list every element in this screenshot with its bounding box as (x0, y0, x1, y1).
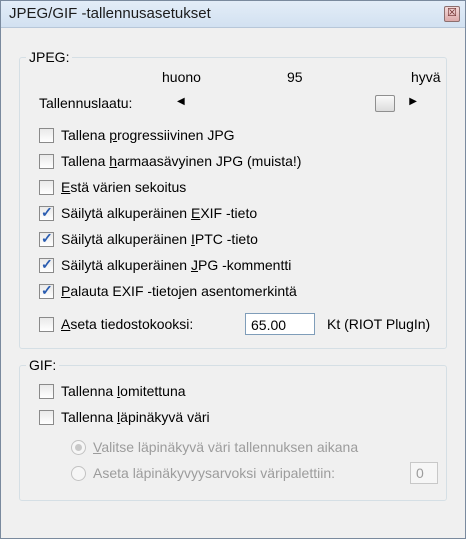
keep-jpg-comment-checkbox[interactable] (39, 256, 54, 273)
keep-iptc-checkbox-row[interactable]: Säilytä alkuperäinen IPTC -tieto (39, 229, 258, 249)
transparent-color-checkbox-row[interactable]: Tallenna läpinäkyvä väri (39, 407, 210, 427)
keep-iptc-label: Säilytä alkuperäinen IPTC -tieto (61, 231, 258, 247)
filesize-input[interactable]: 65.00 (245, 313, 315, 335)
filesize-checkbox[interactable] (39, 316, 54, 332)
interlaced-checkbox[interactable] (39, 383, 54, 399)
quality-label: Tallennuslaatu: (39, 95, 133, 111)
jpeg-legend: JPEG: (29, 49, 70, 65)
keep-exif-label: Säilytä alkuperäinen EXIF -tieto (61, 205, 258, 221)
restore-exif-orientation-checkbox[interactable] (39, 282, 54, 299)
restore-exif-orientation-checkbox-row[interactable]: Palauta EXIF -tietojen asentomerkintä (39, 281, 297, 301)
quality-low-label: huono (162, 69, 201, 85)
palette-index-input: 0 (410, 462, 438, 484)
no-dither-checkbox[interactable] (39, 179, 54, 195)
no-dither-checkbox-row[interactable]: Estä värien sekoitus (39, 177, 186, 197)
gif-legend: GIF: (29, 357, 57, 373)
interlaced-label: Tallenna lomitettuna (61, 383, 186, 399)
progressive-label: Tallena progressiivinen JPG (61, 127, 235, 143)
progressive-checkbox-row[interactable]: Tallena progressiivinen JPG (39, 125, 235, 145)
jpeg-group: JPEG: (19, 49, 447, 349)
pick-color-on-save-radio-row: Valitse läpinäkyvä väri tallennuksen aik… (71, 437, 358, 457)
grayscale-checkbox[interactable] (39, 153, 54, 169)
quality-high-label: hyvä (411, 69, 441, 85)
window-title: JPEG/GIF -tallennusasetukset (9, 5, 211, 22)
transparent-color-checkbox[interactable] (39, 409, 54, 425)
transparent-color-label: Tallenna läpinäkyvä väri (61, 409, 210, 425)
slider-right-arrow-icon[interactable]: ▶ (409, 96, 417, 107)
close-icon[interactable]: ☒ (444, 6, 460, 22)
no-dither-label: Estä värien sekoitus (61, 179, 187, 195)
keep-iptc-checkbox[interactable] (39, 230, 54, 247)
progressive-checkbox[interactable] (39, 127, 54, 143)
quality-value-label: 95 (287, 69, 303, 85)
restore-exif-orientation-label: Palauta EXIF -tietojen asentomerkintä (61, 283, 297, 299)
quality-slider[interactable]: ◀ ▶ (177, 95, 417, 112)
keep-exif-checkbox[interactable] (39, 204, 54, 221)
slider-thumb[interactable] (375, 95, 395, 112)
grayscale-label: Tallena harmaasävyinen JPG (muista!) (61, 153, 302, 169)
interlaced-checkbox-row[interactable]: Tallenna lomitettuna (39, 381, 186, 401)
set-palette-index-radio (71, 465, 86, 481)
grayscale-checkbox-row[interactable]: Tallena harmaasävyinen JPG (muista!) (39, 151, 301, 171)
keep-jpg-comment-label: Säilytä alkuperäinen JPG -kommentti (61, 257, 292, 273)
filesize-checkbox-row[interactable]: Aseta tiedostokooksi: (39, 314, 193, 334)
slider-left-arrow-icon[interactable]: ◀ (177, 96, 185, 107)
keep-jpg-comment-checkbox-row[interactable]: Säilytä alkuperäinen JPG -kommentti (39, 255, 291, 275)
set-palette-index-radio-row: Aseta läpinäkyvyysarvoksi väripalettiin: (71, 463, 335, 483)
dialog-window: JPEG/GIF -tallennusasetukset ☒ JPEG: huo… (0, 0, 466, 539)
title-bar: JPEG/GIF -tallennusasetukset ☒ (1, 1, 465, 28)
set-palette-index-label: Aseta läpinäkyvyysarvoksi väripalettiin: (93, 465, 335, 481)
pick-color-on-save-label: Valitse läpinäkyvä väri tallennuksen aik… (93, 439, 359, 455)
filesize-label: Aseta tiedostokooksi: (61, 316, 194, 332)
filesize-unit-label: Kt (RIOT PlugIn) (327, 316, 431, 332)
pick-color-on-save-radio (71, 439, 86, 455)
keep-exif-checkbox-row[interactable]: Säilytä alkuperäinen EXIF -tieto (39, 203, 257, 223)
